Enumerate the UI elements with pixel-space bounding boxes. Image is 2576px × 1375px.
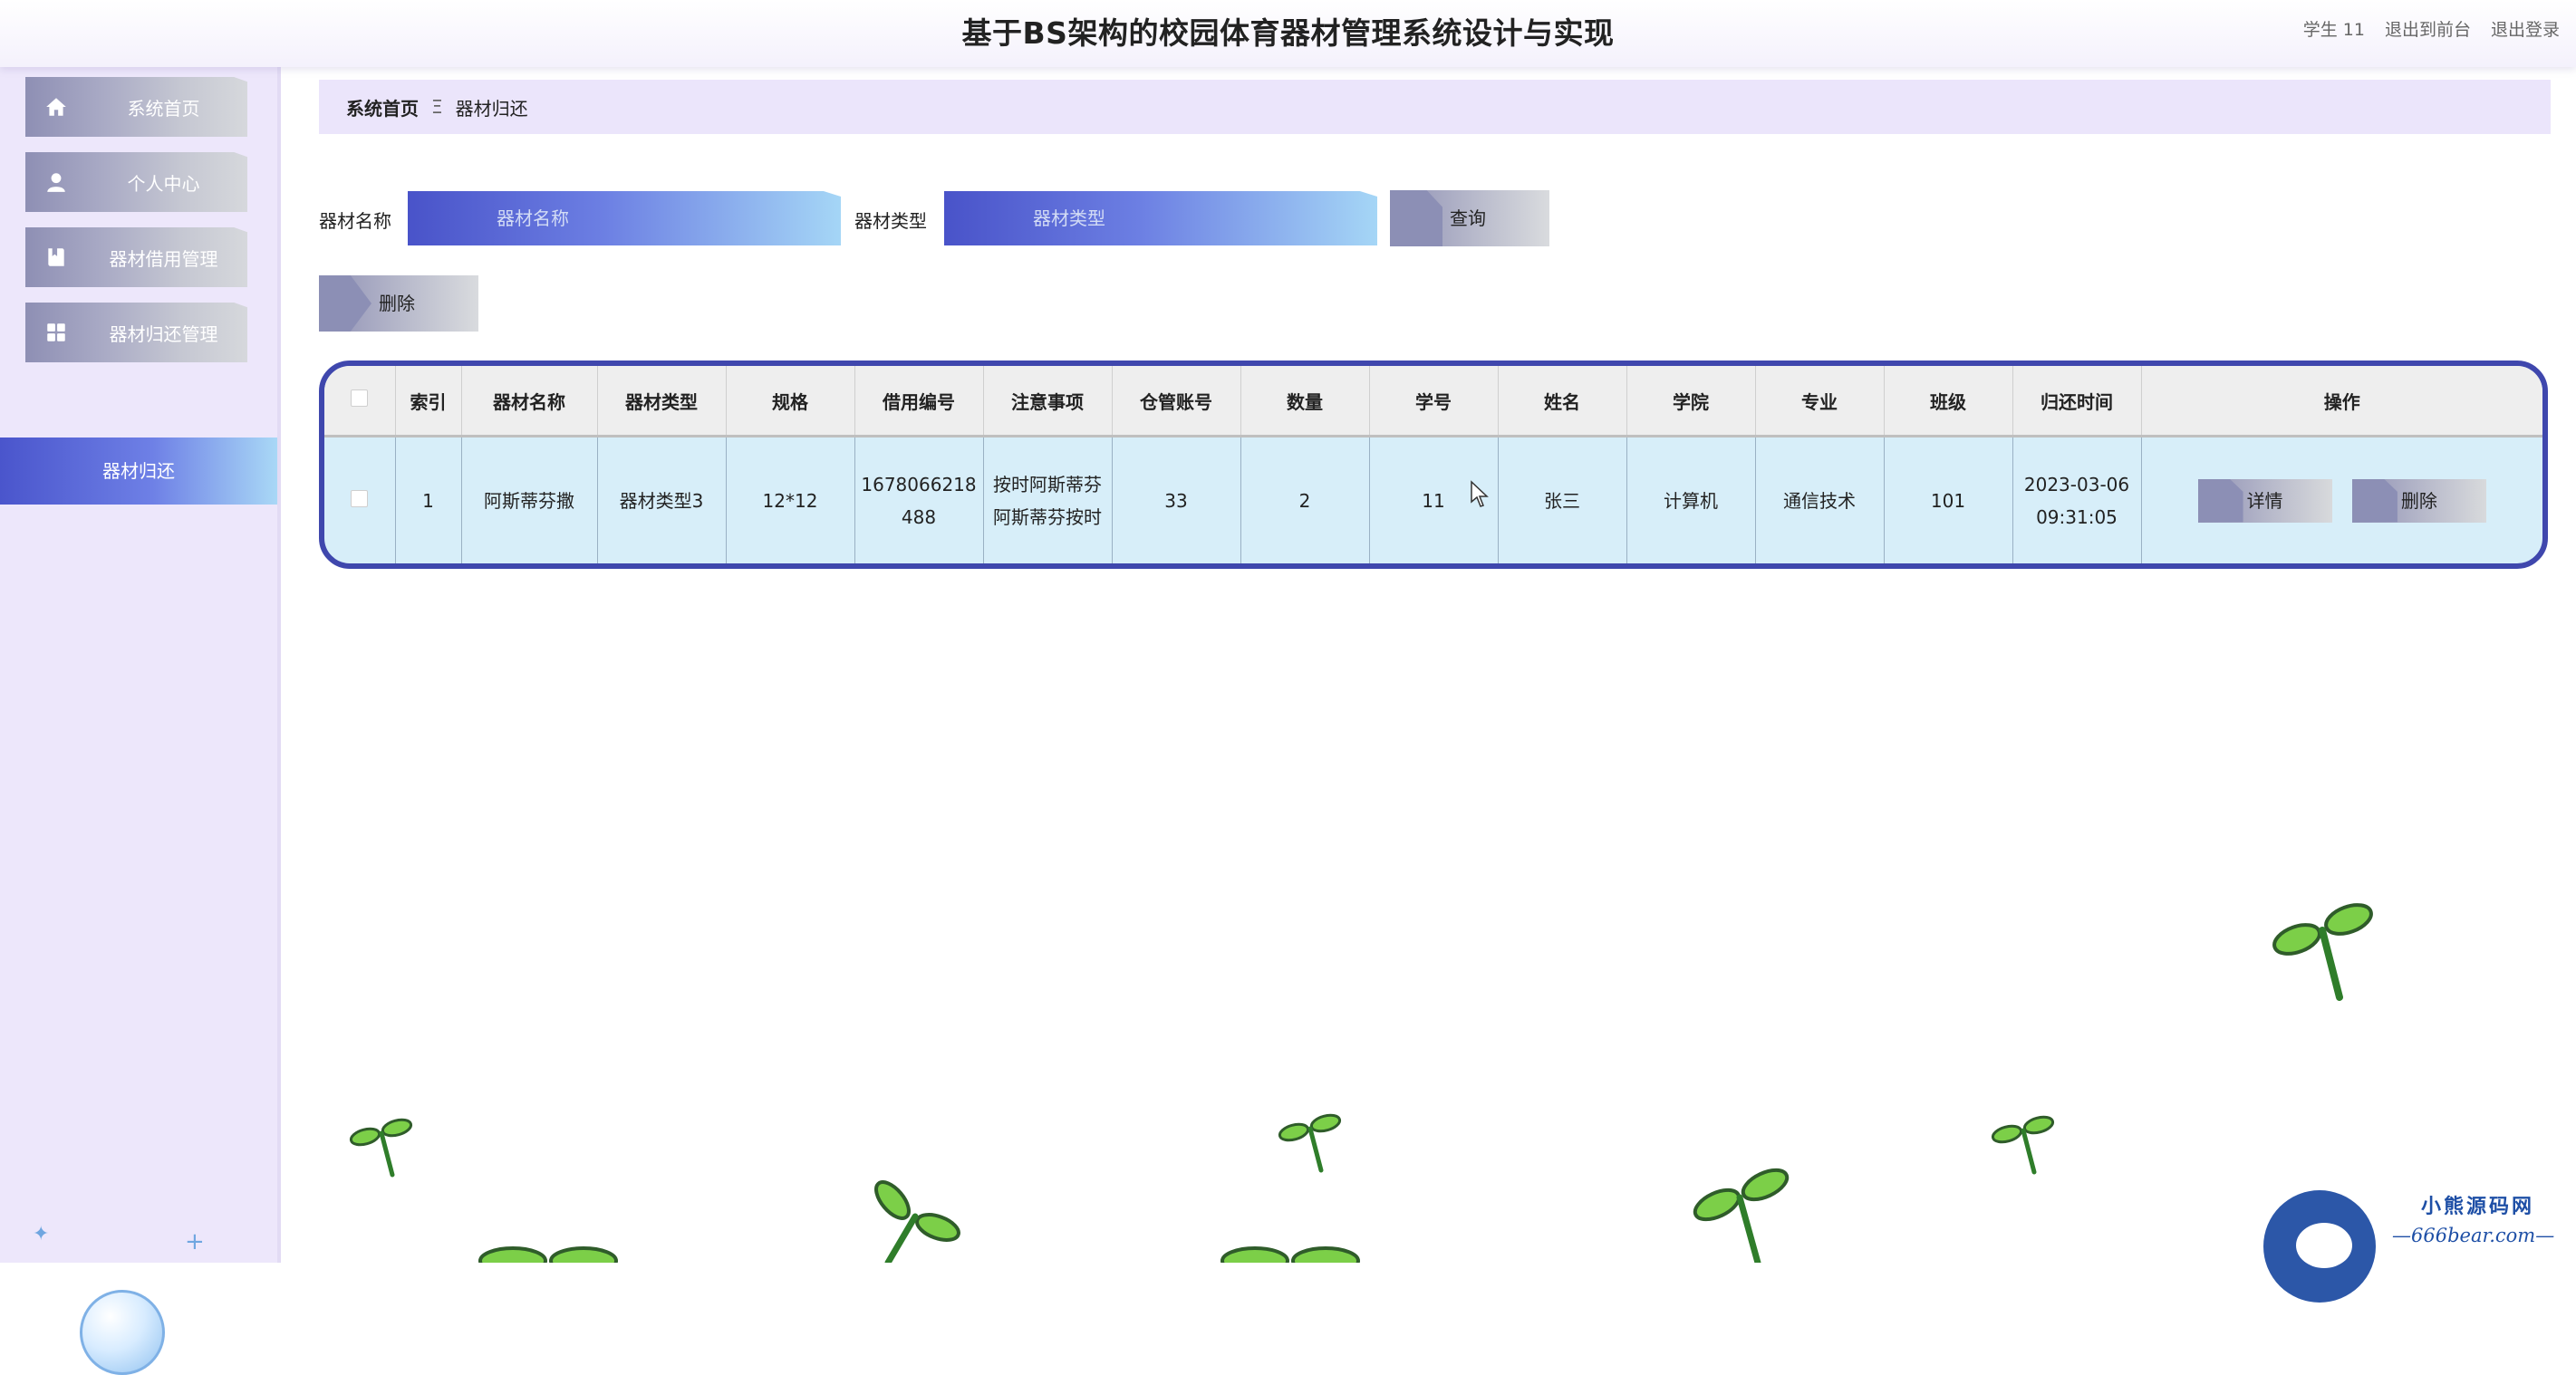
propeller-decoration-icon [349, 1118, 413, 1178]
equipment-name-label: 器材名称 [319, 210, 391, 232]
detail-button[interactable]: 详情 [2197, 478, 2332, 523]
propeller-decoration-icon [1278, 1113, 1342, 1173]
table-header-row: 索引 器材名称 器材类型 规格 借用编号 注意事项 仓管账号 数量 学号 姓名 … [324, 366, 2542, 438]
column-header: 注意事项 [983, 366, 1113, 438]
equipment-name-input[interactable] [408, 191, 841, 245]
column-header: 借用编号 [854, 366, 984, 438]
logout-link[interactable]: 退出登录 [2491, 16, 2560, 41]
cell-equipment-name: 阿斯蒂芬撒 [461, 436, 598, 563]
app-title: 基于BS架构的校园体育器材管理系统设计与实现 [961, 15, 1615, 51]
breadcrumb-separator-icon: Ξ [431, 96, 443, 118]
sidebar-item-label: 器材借用管理 [109, 248, 218, 270]
column-header: 姓名 [1498, 366, 1627, 438]
propeller-decoration-icon [1991, 1115, 2055, 1175]
sidebar-item-return-management[interactable]: 器材归还管理 [25, 303, 247, 362]
column-header: 仓管账号 [1112, 366, 1241, 438]
back-to-front-link[interactable]: 退出到前台 [2385, 16, 2471, 41]
propeller-decoration-icon [874, 1180, 960, 1263]
sidebar-item-home[interactable]: 系统首页 [25, 77, 247, 137]
cell-actions: 详情 删除 [2141, 437, 2542, 564]
propeller-decoration-icon [1693, 1168, 1790, 1263]
cell-college: 计算机 [1626, 436, 1756, 563]
grid-icon [42, 318, 71, 347]
cell-index: 1 [395, 436, 462, 563]
column-header: 归还时间 [2012, 366, 2142, 438]
query-button-label: 查询 [1450, 207, 1486, 229]
cell-quantity: 2 [1240, 436, 1370, 563]
bubble-decoration [80, 1290, 165, 1375]
cell-borrow-number: 1678066218488 [854, 436, 984, 563]
batch-delete-button-label: 删除 [379, 293, 415, 314]
column-header: 数量 [1240, 366, 1370, 438]
column-header: 索引 [395, 366, 462, 438]
header-user-links: 学生 11 退出到前台 退出登录 [2303, 16, 2560, 41]
plus-sparkle-icon: + [185, 1228, 205, 1255]
row-checkbox[interactable] [351, 489, 369, 507]
row-delete-button[interactable]: 删除 [2351, 478, 2486, 523]
cell-return-time: 2023-03-06 09:31:05 [2012, 436, 2142, 563]
cell-spec: 12*12 [726, 436, 855, 563]
cell-note: 按时阿斯蒂芬阿斯蒂芬按时 [983, 436, 1113, 563]
sidebar-item-borrow-management[interactable]: 器材借用管理 [25, 227, 247, 287]
cell-class: 101 [1884, 436, 2013, 563]
button-arrow-decoration [1390, 190, 1442, 246]
watermark-name: 小熊源码网 [2421, 1195, 2535, 1218]
query-button[interactable]: 查询 [1390, 190, 1549, 246]
row-select-cell[interactable] [324, 436, 396, 563]
column-header: 器材类型 [597, 366, 727, 438]
return-records-table: 索引 器材名称 器材类型 规格 借用编号 注意事项 仓管账号 数量 学号 姓名 … [319, 361, 2548, 569]
column-header: 班级 [1884, 366, 2013, 438]
sparkle-icon: ✦ [33, 1223, 50, 1245]
sidebar-item-profile[interactable]: 个人中心 [25, 152, 247, 212]
sidebar-item-label: 个人中心 [127, 173, 200, 195]
equipment-type-label: 器材类型 [854, 210, 927, 232]
column-header: 规格 [726, 366, 855, 438]
bear-logo-icon [2263, 1190, 2376, 1303]
detail-button-label: 详情 [2246, 489, 2283, 512]
current-user-label: 学生 11 [2302, 20, 2365, 40]
breadcrumb-current: 器材归还 [455, 97, 528, 120]
sidebar-item-label: 系统首页 [127, 98, 200, 120]
top-header: 基于BS架构的校园体育器材管理系统设计与实现 学生 11 退出到前台 退出登录 [0, 0, 2576, 67]
mouse-cursor-icon [1471, 480, 1489, 507]
batch-delete-button[interactable]: 删除 [319, 275, 478, 332]
cell-student-name: 张三 [1498, 436, 1627, 563]
sidebar-item-label: 器材归还管理 [109, 323, 218, 345]
column-header: 学号 [1369, 366, 1499, 438]
cell-keeper-account: 33 [1112, 436, 1241, 563]
watermark: 小熊源码网 —666bear.com— [2260, 1185, 2576, 1303]
cell-major: 通信技术 [1755, 436, 1885, 563]
propeller-decoration-icon [478, 1246, 618, 1263]
table-row: 1 阿斯蒂芬撒 器材类型3 12*12 1678066218488 按时阿斯蒂芬… [324, 436, 2542, 564]
select-all-header[interactable] [324, 366, 396, 438]
sidebar-subitem-equipment-return[interactable]: 器材归还 [0, 438, 277, 505]
select-all-checkbox[interactable] [351, 389, 369, 407]
sidebar: 系统首页 个人中心 器材借用管理 器材归还管理 器材归还 ✦ + [0, 67, 281, 1375]
propeller-decoration-icon [2272, 903, 2373, 1001]
user-icon [42, 168, 71, 197]
breadcrumb-home[interactable]: 系统首页 [346, 94, 419, 120]
home-icon [42, 92, 71, 121]
cell-equipment-type: 器材类型3 [597, 436, 727, 563]
row-delete-button-label: 删除 [2400, 489, 2437, 512]
column-header: 操作 [2141, 366, 2542, 438]
breadcrumb: 系统首页 Ξ 器材归还 [319, 80, 2551, 134]
book-icon [42, 243, 71, 272]
column-header: 专业 [1755, 366, 1885, 438]
column-header: 器材名称 [461, 366, 598, 438]
equipment-type-input[interactable] [944, 191, 1377, 245]
button-arrow-decoration [319, 275, 371, 332]
propeller-decoration-icon [1220, 1246, 1360, 1263]
watermark-url: —666bear.com— [2392, 1225, 2555, 1246]
column-header: 学院 [1626, 366, 1756, 438]
